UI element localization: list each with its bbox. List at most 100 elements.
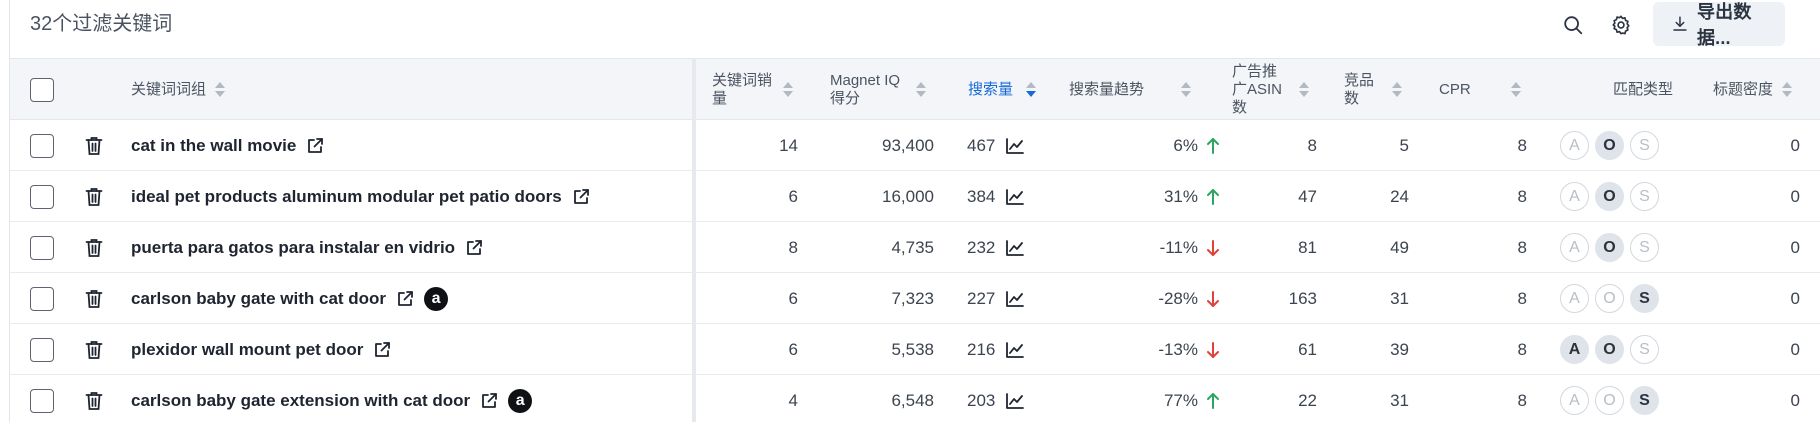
match-type-o-badge[interactable]: O <box>1595 233 1624 262</box>
amazon-icon: a <box>424 286 449 311</box>
competing-products-value: 24 <box>1390 186 1409 206</box>
match-type-a-badge[interactable]: A <box>1560 284 1589 313</box>
match-type-s-badge[interactable]: S <box>1630 233 1659 262</box>
col-magnet-iq[interactable]: Magnet IQ 得分 <box>830 59 910 121</box>
magnet-iq-value: 93,400 <box>882 135 934 155</box>
keyword-text[interactable]: carlson baby gate extension with cat doo… <box>131 391 470 411</box>
trend-chart-icon[interactable] <box>1005 341 1025 359</box>
external-link-icon[interactable] <box>306 137 324 155</box>
table-row[interactable]: ideal pet products aluminum modular pet … <box>10 171 1820 222</box>
export-data-button[interactable]: 导出数据... <box>1653 2 1785 48</box>
sort-cpr-icon[interactable] <box>1511 81 1521 99</box>
search-volume-value: 216 <box>967 339 996 359</box>
select-all-cell <box>30 59 54 121</box>
sort-competing-icon[interactable] <box>1392 81 1402 99</box>
match-type-s-badge[interactable]: S <box>1630 335 1659 364</box>
match-type-o-badge[interactable]: O <box>1595 284 1624 313</box>
external-link-icon[interactable] <box>465 239 483 257</box>
match-type-a-badge[interactable]: A <box>1560 131 1589 160</box>
keyword-text[interactable]: puerta para gatos para instalar en vidri… <box>131 238 455 258</box>
match-type-s-badge[interactable]: S <box>1630 182 1659 211</box>
search-volume-value: 227 <box>967 288 996 308</box>
sort-search-trend-icon[interactable] <box>1181 81 1191 99</box>
trend-chart-icon[interactable] <box>1005 392 1025 410</box>
search-volume-value: 203 <box>967 390 996 410</box>
table-row[interactable]: carlson baby gate with cat door a 6 7,323 22… <box>10 273 1820 324</box>
match-type-a-badge[interactable]: A <box>1560 335 1589 364</box>
settings-button[interactable] <box>1604 8 1638 42</box>
delete-button[interactable] <box>85 171 103 222</box>
trend-chart-icon[interactable] <box>1005 137 1025 155</box>
col-keyword-sales[interactable]: 关键词销 量 <box>712 59 772 121</box>
keyword-text[interactable]: plexidor wall mount pet door <box>131 340 363 360</box>
external-link-icon[interactable] <box>373 341 391 359</box>
sort-sponsored-asins-icon[interactable] <box>1299 81 1309 99</box>
sponsored-asins-value: 61 <box>1298 339 1317 359</box>
trash-icon <box>85 238 103 257</box>
row-checkbox[interactable] <box>30 235 54 260</box>
keyword-cell: cat in the wall movie <box>131 120 324 171</box>
amazon-icon: a <box>508 388 533 413</box>
col-search-trend[interactable]: 搜索量趋势 <box>1069 59 1144 121</box>
sort-keyword-group-icon[interactable] <box>215 81 225 99</box>
col-title-density[interactable]: 标题密度 <box>1713 59 1773 121</box>
table-row[interactable]: puerta para gatos para instalar en vidri… <box>10 222 1820 273</box>
table-row[interactable]: carlson baby gate extension with cat doo… <box>10 375 1820 422</box>
sponsored-asins-value: 81 <box>1298 237 1317 257</box>
keyword-text[interactable]: ideal pet products aluminum modular pet … <box>131 187 562 207</box>
col-competing-products[interactable]: 竞品 数 <box>1344 59 1384 121</box>
trend-chart-icon[interactable] <box>1005 188 1025 206</box>
table-row[interactable]: cat in the wall movie 14 93,400 467 6% 8 5 8 A O S… <box>10 120 1820 171</box>
search-volume-cell: 216 <box>967 324 1025 375</box>
row-checkbox[interactable] <box>30 184 54 209</box>
match-type-s-badge[interactable]: S <box>1630 131 1659 160</box>
external-link-icon[interactable] <box>480 392 498 410</box>
col-search-volume[interactable]: 搜索量 <box>968 59 1013 121</box>
delete-button[interactable] <box>85 222 103 273</box>
delete-button[interactable] <box>85 120 103 171</box>
sponsored-asins-value: 47 <box>1298 186 1317 206</box>
sort-search-volume-icon[interactable] <box>1026 81 1036 99</box>
trend-chart-icon[interactable] <box>1005 290 1025 308</box>
match-type-o-badge[interactable]: O <box>1595 335 1624 364</box>
match-type-a-badge[interactable]: A <box>1560 386 1589 415</box>
row-checkbox[interactable] <box>30 286 54 311</box>
match-type-o-badge[interactable]: O <box>1595 386 1624 415</box>
match-type-o-badge[interactable]: O <box>1595 131 1624 160</box>
row-checkbox[interactable] <box>30 388 54 413</box>
competing-products-value: 31 <box>1390 288 1409 308</box>
magnet-iq-value: 6,548 <box>891 390 934 410</box>
match-type-a-badge[interactable]: A <box>1560 182 1589 211</box>
sort-title-density-icon[interactable] <box>1782 81 1792 99</box>
external-link-icon[interactable] <box>396 290 414 308</box>
table-row[interactable]: plexidor wall mount pet door 6 5,538 216 -13… <box>10 324 1820 375</box>
keyword-text[interactable]: carlson baby gate with cat door <box>131 289 386 309</box>
match-type-o-badge[interactable]: O <box>1595 182 1624 211</box>
match-type-s-badge[interactable]: S <box>1630 284 1659 313</box>
select-all-checkbox[interactable] <box>30 78 54 102</box>
col-cpr[interactable]: CPR <box>1439 59 1471 121</box>
row-checkbox[interactable] <box>30 337 54 362</box>
match-type-s-badge[interactable]: S <box>1630 386 1659 415</box>
col-sponsored-asins[interactable]: 广告推 广ASIN 数 <box>1232 59 1292 121</box>
row-select-cell <box>30 222 54 273</box>
trend-chart-icon[interactable] <box>1005 239 1025 257</box>
match-type-a-badge[interactable]: A <box>1560 233 1589 262</box>
keyword-cell: carlson baby gate extension with cat doo… <box>131 375 533 422</box>
external-link-icon[interactable] <box>572 188 590 206</box>
col-sponsored-asins-label-1: 广告推 <box>1232 63 1278 80</box>
sort-magnet-iq-icon[interactable] <box>916 81 926 99</box>
sort-keyword-sales-icon[interactable] <box>783 81 793 99</box>
delete-button[interactable] <box>85 375 103 422</box>
export-data-label: 导出数据... <box>1696 2 1752 48</box>
col-keyword-group[interactable]: 关键词词组 <box>131 59 206 121</box>
search-volume-cell: 227 <box>967 273 1025 324</box>
competing-products-value: 5 <box>1399 135 1409 155</box>
keyword-text[interactable]: cat in the wall movie <box>131 136 296 156</box>
row-checkbox[interactable] <box>30 133 54 158</box>
search-button[interactable] <box>1556 8 1590 42</box>
row-select-cell <box>30 375 54 422</box>
delete-button[interactable] <box>85 324 103 375</box>
delete-button[interactable] <box>85 273 103 324</box>
search-trend-cell: 31% <box>1090 171 1220 222</box>
